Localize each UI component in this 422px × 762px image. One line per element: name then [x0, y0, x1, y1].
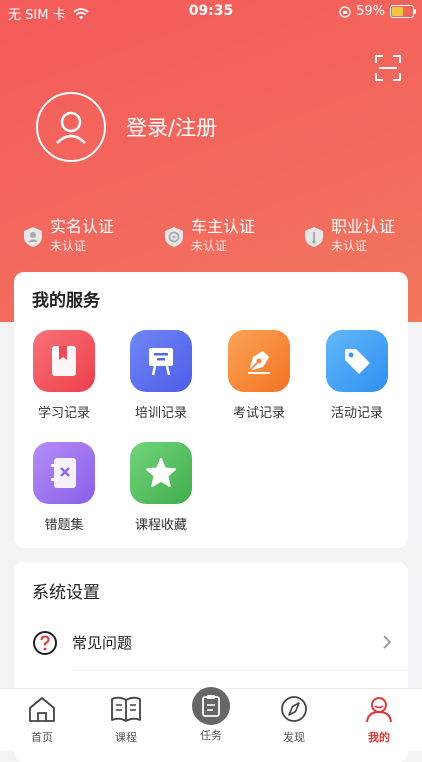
tab-label: 发现: [283, 731, 305, 744]
cert-title: 实名认证: [50, 217, 115, 236]
user-icon: [366, 697, 392, 723]
tab-home[interactable]: 首页: [12, 695, 72, 745]
battery-percent: 59%: [356, 4, 385, 19]
question-circle-icon: [33, 631, 57, 655]
cert-title: 车主认证: [191, 217, 256, 236]
clipboard-icon: [202, 695, 220, 717]
service-icon-bg: [326, 330, 388, 392]
compass-icon: [281, 696, 307, 722]
settings-divider: [72, 670, 408, 671]
presentation-board-icon: [149, 348, 173, 376]
cert-status: 未认证: [50, 239, 87, 253]
id-badge-icon: [24, 227, 42, 247]
settings-title: 系统设置: [32, 583, 100, 603]
status-bar: 无 SIM 卡 09:35 59%: [0, 0, 422, 24]
service-label: 活动记录: [330, 406, 383, 421]
scan-button[interactable]: [374, 54, 402, 82]
services-title: 我的服务: [32, 291, 100, 311]
tag-icon: [345, 349, 370, 374]
tab-courses[interactable]: 课程: [96, 695, 156, 745]
status-right: 59%: [339, 4, 416, 19]
orientation-lock-icon: [339, 5, 351, 18]
notebook-x-icon: [51, 458, 76, 488]
service-icon-bg: [228, 330, 290, 392]
star-icon: [146, 458, 176, 487]
service-label: 课程收藏: [134, 518, 187, 533]
service-training-record[interactable]: 培训记录: [121, 330, 201, 421]
cert-car-owner[interactable]: 车主认证 未认证: [163, 216, 255, 254]
service-wrong-questions[interactable]: 错题集: [24, 442, 104, 533]
settings-item-label: 常见问题: [72, 634, 133, 652]
certification-row: 实名认证 未认证 车主认证 未认证 职业认证 未认证: [0, 216, 422, 266]
tab-label: 任务: [200, 729, 222, 742]
tab-mine[interactable]: 我的: [349, 695, 409, 745]
home-icon: [29, 697, 55, 722]
service-icon-bg: [130, 330, 192, 392]
tab-label: 我的: [368, 731, 390, 744]
battery-fill: [392, 7, 403, 16]
tasks-circle: [192, 687, 230, 725]
service-study-record[interactable]: 学习记录: [24, 330, 104, 421]
bookmark-book-icon: [52, 346, 76, 376]
cert-status: 未认证: [191, 239, 228, 253]
service-label: 学习记录: [37, 406, 90, 421]
service-label: 培训记录: [134, 406, 187, 421]
cert-profession[interactable]: 职业认证 未认证: [303, 216, 395, 254]
service-label: 错题集: [44, 518, 84, 533]
service-course-favorites[interactable]: 课程收藏: [121, 442, 201, 533]
cert-title: 职业认证: [331, 217, 396, 236]
avatar[interactable]: [36, 92, 106, 162]
battery-icon: [390, 5, 416, 18]
service-activity-record[interactable]: 活动记录: [317, 330, 397, 421]
bottom-tab-bar: 首页 课程 任务 发现 我的: [0, 681, 422, 751]
settings-item-faq[interactable]: 常见问题: [14, 622, 408, 666]
profession-badge-icon: [305, 227, 323, 247]
book-icon: [111, 696, 141, 722]
tab-label: 课程: [115, 731, 137, 744]
tab-tasks[interactable]: 任务: [181, 687, 241, 743]
service-icon-bg: [130, 442, 192, 504]
service-exam-record[interactable]: 考试记录: [219, 330, 299, 421]
my-services-card: 我的服务 学习记录 培训记录 考试记录 活动记录 错题集 课程收藏: [14, 272, 408, 548]
service-icon-bg: [33, 330, 95, 392]
battery-cap: [414, 9, 416, 14]
tab-label: 首页: [31, 731, 53, 744]
pen-nib-icon: [248, 351, 270, 374]
cert-status: 未认证: [331, 239, 368, 253]
chevron-right-icon: [383, 635, 392, 649]
scan-icon: [375, 55, 401, 81]
cert-real-name[interactable]: 实名认证 未认证: [22, 216, 114, 254]
service-label: 考试记录: [232, 406, 285, 421]
user-avatar-icon: [56, 111, 86, 144]
service-icon-bg: [33, 442, 95, 504]
login-register-link[interactable]: 登录/注册: [126, 112, 217, 142]
car-badge-icon: [165, 227, 183, 247]
tab-discover[interactable]: 发现: [264, 695, 324, 745]
